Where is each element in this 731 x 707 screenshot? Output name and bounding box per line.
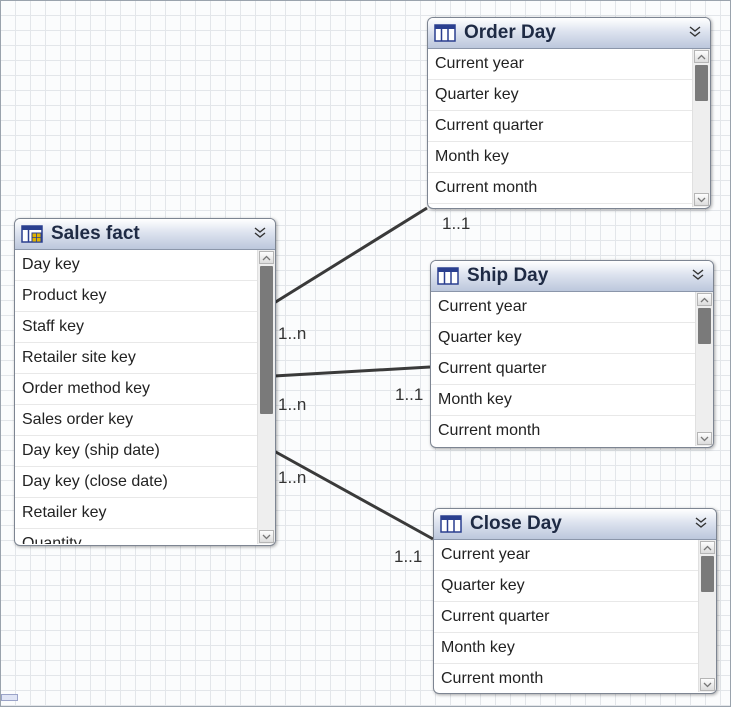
scroll-down-arrow[interactable] bbox=[259, 530, 274, 543]
table-row[interactable]: Quarter key bbox=[434, 571, 716, 602]
table-row[interactable]: Quarter key bbox=[431, 323, 713, 354]
double-chevron-down-icon bbox=[692, 269, 704, 280]
table-row[interactable]: Current month bbox=[434, 664, 716, 692]
chevron-up-icon bbox=[262, 255, 271, 260]
table-body: Current year Quarter key Current quarter… bbox=[431, 292, 713, 446]
double-chevron-down-icon bbox=[695, 517, 707, 528]
table-body: Current year Quarter key Current quarter… bbox=[434, 540, 716, 692]
table-row[interactable]: Current year bbox=[431, 292, 713, 323]
vertical-scrollbar[interactable] bbox=[698, 540, 716, 692]
table-row[interactable]: Current month bbox=[431, 416, 713, 446]
scroll-up-arrow[interactable] bbox=[259, 251, 274, 264]
table-header[interactable]: Close Day bbox=[434, 509, 716, 540]
table-row[interactable]: Current quarter bbox=[434, 602, 716, 633]
collapse-button[interactable] bbox=[689, 266, 707, 284]
table-header[interactable]: Sales fact bbox=[15, 219, 275, 250]
table-row[interactable]: Order method key bbox=[15, 374, 275, 405]
table-grid-icon bbox=[437, 267, 459, 285]
table-row[interactable]: Product key bbox=[15, 281, 275, 312]
cardinality-label: 1..1 bbox=[442, 214, 471, 233]
table-close-day[interactable]: Close Day Current year Quarter key Curre… bbox=[433, 508, 717, 694]
table-body: Current year Quarter key Current quarter… bbox=[428, 49, 710, 207]
table-row[interactable]: Current year bbox=[428, 49, 710, 80]
table-grid-icon bbox=[440, 515, 462, 533]
scroll-thumb[interactable] bbox=[260, 266, 273, 414]
double-chevron-down-icon bbox=[254, 227, 266, 238]
relationship-line-ship-day[interactable] bbox=[273, 365, 431, 378]
scroll-down-arrow[interactable] bbox=[700, 678, 715, 691]
relationship-line-close-day[interactable] bbox=[273, 449, 434, 541]
scroll-up-arrow[interactable] bbox=[700, 541, 715, 554]
table-row[interactable]: Current quarter bbox=[431, 354, 713, 385]
chevron-up-icon bbox=[697, 54, 706, 59]
chevron-up-icon bbox=[700, 297, 709, 302]
table-order-day[interactable]: Order Day Current year Quarter key Curre… bbox=[427, 17, 711, 209]
table-row[interactable]: Month key bbox=[428, 142, 710, 173]
table-row[interactable]: Month key bbox=[434, 633, 716, 664]
table-ship-day[interactable]: Ship Day Current year Quarter key Curren… bbox=[430, 260, 714, 448]
chevron-down-icon bbox=[703, 682, 712, 687]
collapse-button[interactable] bbox=[251, 224, 269, 242]
chevron-down-icon bbox=[262, 534, 271, 539]
cardinality-label: 1..1 bbox=[394, 547, 423, 566]
scroll-down-arrow[interactable] bbox=[697, 432, 712, 445]
table-row[interactable]: Quarter key bbox=[428, 80, 710, 111]
chevron-down-icon bbox=[700, 436, 709, 441]
table-row[interactable]: Day key (ship date) bbox=[15, 436, 275, 467]
table-row[interactable]: Retailer site key bbox=[15, 343, 275, 374]
cardinality-label: 1..1 bbox=[395, 385, 424, 404]
table-row[interactable]: Current quarter bbox=[428, 111, 710, 142]
canvas-scroll-handle[interactable] bbox=[1, 694, 18, 701]
collapse-button[interactable] bbox=[692, 514, 710, 532]
scroll-up-arrow[interactable] bbox=[697, 293, 712, 306]
scroll-thumb[interactable] bbox=[695, 65, 708, 101]
table-row[interactable]: Staff key bbox=[15, 312, 275, 343]
cardinality-label: 1..n bbox=[278, 324, 307, 343]
vertical-scrollbar[interactable] bbox=[695, 292, 713, 446]
table-title: Ship Day bbox=[467, 265, 549, 286]
table-title: Sales fact bbox=[51, 223, 140, 244]
scroll-down-arrow[interactable] bbox=[694, 193, 709, 206]
double-chevron-down-icon bbox=[689, 26, 701, 37]
chevron-down-icon bbox=[697, 197, 706, 202]
table-sales-fact[interactable]: Sales fact Day key Product key Staff key… bbox=[14, 218, 276, 546]
table-row[interactable]: Current year bbox=[434, 540, 716, 571]
table-title: Order Day bbox=[464, 22, 556, 43]
chevron-up-icon bbox=[703, 545, 712, 550]
relationship-line-order-day[interactable] bbox=[273, 206, 428, 305]
diagram-canvas[interactable]: 1..1 1..n 1..n 1..1 1..n 1..1 Order Day … bbox=[0, 0, 731, 707]
table-body: Day key Product key Staff key Retailer s… bbox=[15, 250, 275, 544]
table-row[interactable]: Day key (close date) bbox=[15, 467, 275, 498]
vertical-scrollbar[interactable] bbox=[692, 49, 710, 207]
table-grid-icon bbox=[434, 24, 456, 42]
table-title: Close Day bbox=[470, 513, 562, 534]
table-row[interactable]: Quantity bbox=[15, 529, 275, 544]
vertical-scrollbar[interactable] bbox=[257, 250, 275, 544]
table-row[interactable]: Retailer key bbox=[15, 498, 275, 529]
table-header[interactable]: Order Day bbox=[428, 18, 710, 49]
table-header[interactable]: Ship Day bbox=[431, 261, 713, 292]
cardinality-label: 1..n bbox=[278, 395, 307, 414]
table-row[interactable]: Current month bbox=[428, 173, 710, 204]
collapse-button[interactable] bbox=[686, 23, 704, 41]
fact-table-icon bbox=[21, 225, 43, 243]
table-row[interactable]: Sales order key bbox=[15, 405, 275, 436]
table-row[interactable]: Month key bbox=[431, 385, 713, 416]
scroll-thumb[interactable] bbox=[701, 556, 714, 592]
table-row[interactable]: Day key bbox=[15, 250, 275, 281]
scroll-thumb[interactable] bbox=[698, 308, 711, 344]
cardinality-label: 1..n bbox=[278, 468, 307, 487]
scroll-up-arrow[interactable] bbox=[694, 50, 709, 63]
